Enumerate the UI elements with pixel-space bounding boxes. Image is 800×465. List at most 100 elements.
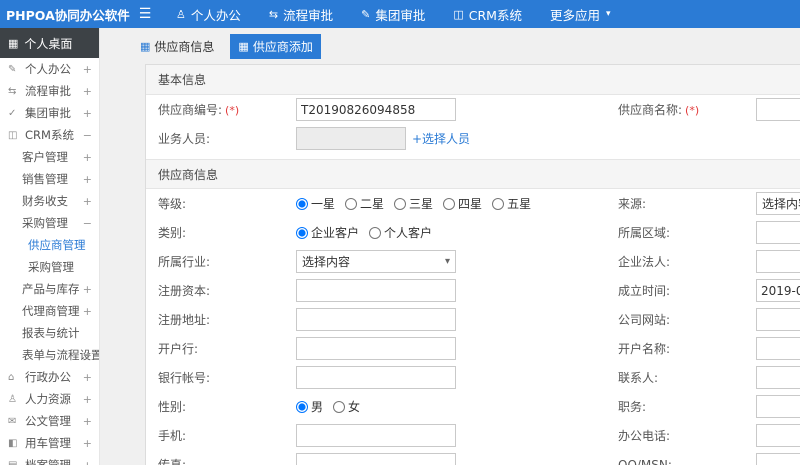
sidebar-item-archive-mgmt[interactable]: ▤ 档案管理 + — [0, 454, 99, 465]
expand-toggle-icon[interactable]: + — [83, 415, 92, 428]
nav-group-approval[interactable]: ✎ 集团审批 — [361, 5, 425, 24]
radio-input[interactable] — [333, 400, 346, 413]
radio-input[interactable] — [369, 226, 382, 239]
sidebar-item-admin-office[interactable]: ⌂ 行政办公 + — [0, 366, 99, 388]
field-wrap — [296, 98, 606, 121]
tab-supplier-info[interactable]: ▦ 供应商信息 — [132, 34, 222, 59]
expand-toggle-icon[interactable]: + — [83, 459, 92, 465]
expand-toggle-icon[interactable]: + — [83, 85, 92, 98]
nav-workflow-approval[interactable]: ⇆ 流程审批 — [269, 5, 333, 24]
form-row: 注册资本: 成立时间: — [146, 276, 800, 305]
sidebar-item-purchasing[interactable]: 采购管理 — [0, 256, 99, 278]
sidebar-item-personal-office[interactable]: ✎ 个人办公 + — [0, 58, 99, 80]
radio-input[interactable] — [443, 197, 456, 210]
expand-toggle-icon[interactable]: − — [83, 217, 92, 230]
radio-option[interactable]: 男 — [296, 398, 323, 415]
expand-toggle-icon[interactable]: + — [83, 437, 92, 450]
field-cell — [756, 221, 800, 244]
select-dropdown[interactable]: 选择内容▾ — [756, 192, 800, 215]
radio-input[interactable] — [296, 197, 308, 210]
expand-toggle-icon[interactable]: + — [83, 349, 92, 362]
radio-option[interactable]: 个人客户 — [369, 224, 432, 241]
expand-toggle-icon[interactable]: − — [83, 129, 92, 142]
field-wrap: 男女 — [296, 398, 606, 415]
sidebar-item-sales-mgmt[interactable]: 销售管理 + — [0, 168, 99, 190]
text-input[interactable] — [756, 221, 800, 244]
hamburger-icon[interactable]: ☰ — [128, 6, 162, 22]
radio-option[interactable]: 一星 — [296, 195, 335, 212]
sidebar-item-agent-mgmt[interactable]: 代理商管理 + — [0, 300, 99, 322]
chart-icon: ◫ — [453, 7, 464, 21]
sidebar-item-purchase-mgmt[interactable]: 采购管理 − — [0, 212, 99, 234]
text-input[interactable] — [756, 366, 800, 389]
sidebar-item-crm-system[interactable]: ◫ CRM系统 − — [0, 124, 99, 146]
sidebar-item-product-inventory[interactable]: 产品与库存 + — [0, 278, 99, 300]
desktop-icon: ▦ — [8, 36, 19, 50]
sidebar-item-finance-mgmt[interactable]: 财务收支 + — [0, 190, 99, 212]
radio-input[interactable] — [296, 226, 308, 239]
nav-personal-office[interactable]: ♙ 个人办公 — [176, 5, 241, 24]
expand-toggle-icon[interactable]: + — [83, 305, 92, 318]
sidebar-item-reports-stats[interactable]: 报表与统计 — [0, 322, 99, 344]
sidebar-item-human-resources[interactable]: ♙ 人力资源 + — [0, 388, 99, 410]
sidebar-item-label: 行政办公 — [25, 370, 71, 384]
sidebar-item-vehicle-mgmt[interactable]: ◧ 用车管理 + — [0, 432, 99, 454]
sidebar-item-label: 报表与统计 — [22, 326, 80, 340]
text-input[interactable] — [296, 366, 456, 389]
radio-input[interactable] — [345, 197, 358, 210]
radio-option[interactable]: 三星 — [394, 195, 433, 212]
sidebar-item-document-mgmt[interactable]: ✉ 公文管理 + — [0, 410, 99, 432]
sidebar-item-supplier-mgmt[interactable]: 供应商管理 — [0, 234, 99, 256]
sidebar-item-form-flow-settings[interactable]: 表单与流程设置 + — [0, 344, 99, 366]
choose-person-link[interactable]: +选择人员 — [412, 130, 470, 147]
text-input[interactable] — [296, 453, 456, 465]
nav-crm-system[interactable]: ◫ CRM系统 — [453, 5, 522, 24]
nav-label: 个人办公 — [190, 7, 241, 23]
field-wrap — [296, 453, 606, 465]
expand-toggle-icon[interactable]: + — [83, 371, 92, 384]
field-label-cell: 所属行业: — [146, 253, 296, 270]
radio-option[interactable]: 四星 — [443, 195, 482, 212]
text-input[interactable] — [756, 98, 800, 121]
select-dropdown[interactable]: 选择内容▾ — [296, 250, 456, 273]
text-input[interactable] — [296, 424, 456, 447]
text-input[interactable] — [756, 424, 800, 447]
expand-toggle-icon[interactable]: + — [83, 151, 92, 164]
text-input[interactable] — [756, 453, 800, 465]
top-nav: ♙ 个人办公 ⇆ 流程审批 ✎ 集团审批 ◫ CRM系统 更多应用 ▾ — [176, 5, 611, 24]
text-input[interactable] — [296, 337, 456, 360]
radio-option[interactable]: 女 — [333, 398, 360, 415]
text-input[interactable] — [756, 250, 800, 273]
tab-supplier-add[interactable]: ▦ 供应商添加 — [230, 33, 321, 59]
radio-option[interactable]: 五星 — [492, 195, 531, 212]
radio-input[interactable] — [296, 400, 308, 413]
expand-toggle-icon[interactable]: + — [83, 393, 92, 406]
sidebar-item-personal-desktop[interactable]: ▦ 个人桌面 — [0, 28, 99, 58]
expand-toggle-icon[interactable]: + — [83, 195, 92, 208]
radio-input[interactable] — [492, 197, 505, 210]
nav-more-apps[interactable]: 更多应用 ▾ — [550, 5, 611, 24]
text-input[interactable] — [756, 279, 800, 302]
picker-input[interactable] — [296, 127, 406, 150]
text-input[interactable] — [756, 308, 800, 331]
radio-label: 三星 — [409, 197, 434, 211]
sidebar-item-workflow-approval[interactable]: ⇆ 流程审批 + — [0, 80, 99, 102]
text-input[interactable] — [756, 395, 800, 418]
text-input[interactable] — [296, 308, 456, 331]
field-cell — [756, 279, 800, 302]
person-icon: ♙ — [8, 393, 17, 405]
expand-toggle-icon[interactable]: + — [83, 283, 92, 296]
field-label-cell: 供应商编号: (*) — [146, 101, 296, 118]
text-input[interactable] — [296, 279, 456, 302]
text-input[interactable] — [756, 337, 800, 360]
radio-option[interactable]: 企业客户 — [296, 224, 359, 241]
radio-input[interactable] — [394, 197, 407, 210]
text-input[interactable] — [296, 98, 456, 121]
expand-toggle-icon[interactable]: + — [83, 63, 92, 76]
expand-toggle-icon[interactable]: + — [83, 173, 92, 186]
expand-toggle-icon[interactable]: + — [83, 107, 92, 120]
radio-option[interactable]: 二星 — [345, 195, 384, 212]
field-label-cell: 联系人: — [606, 369, 756, 386]
sidebar-item-customer-mgmt[interactable]: 客户管理 + — [0, 146, 99, 168]
sidebar-item-group-approval[interactable]: ✓ 集团审批 + — [0, 102, 99, 124]
